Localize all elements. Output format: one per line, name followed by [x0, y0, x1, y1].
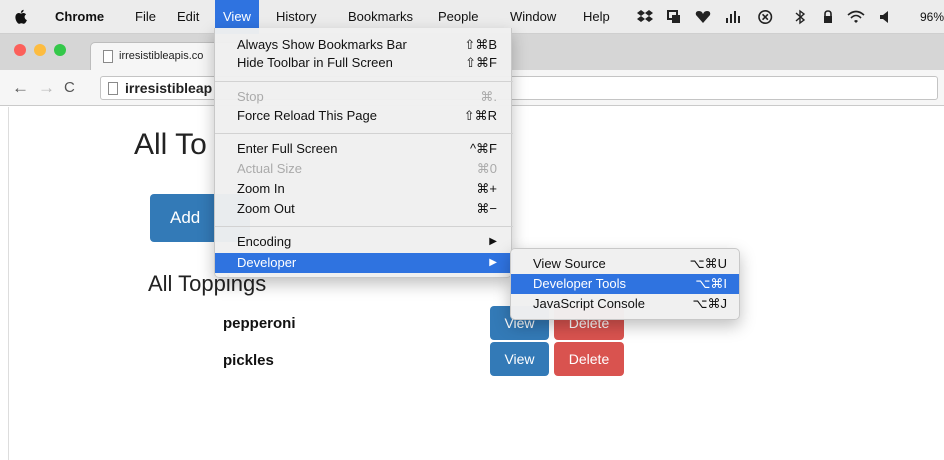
menu-item-shortcut: ⇧⌘F	[465, 55, 497, 70]
page-icon	[103, 50, 113, 63]
dropbox-icon[interactable]	[636, 9, 654, 25]
submenu-arrow-icon: ▶	[489, 236, 497, 247]
menu-item-shortcut: ⌘−	[476, 201, 497, 216]
menu-chrome[interactable]: Chrome	[55, 0, 104, 34]
menu-item-label: Hide Toolbar in Full Screen	[237, 55, 393, 70]
minimize-window-button[interactable]	[34, 44, 46, 56]
menu-item-label: Developer	[237, 255, 297, 270]
lock-icon[interactable]	[822, 9, 834, 25]
time-machine-icon[interactable]	[754, 9, 780, 25]
menu-item-shortcut: ⇧⌘R	[463, 108, 497, 123]
menu-item-zoom-in[interactable]: Zoom In ⌘+	[215, 179, 513, 199]
topping-name: pepperoni	[223, 315, 296, 332]
page-icon	[108, 82, 118, 95]
volume-icon[interactable]	[878, 9, 892, 25]
menu-item-shortcut: ⌥⌘U	[689, 256, 727, 271]
url-text: irresistibleap	[125, 80, 213, 96]
menu-help[interactable]: Help	[583, 0, 610, 34]
menu-item-developer[interactable]: Developer ▶	[215, 253, 513, 273]
tab-title: irresistibleapis.co	[119, 50, 204, 62]
menu-item-zoom-out[interactable]: Zoom Out ⌘−	[215, 199, 513, 219]
view-button[interactable]: View	[490, 342, 549, 376]
menu-item-label: Stop	[237, 89, 264, 104]
menu-edit[interactable]: Edit	[177, 0, 199, 34]
submenu-arrow-icon: ▶	[489, 257, 497, 268]
menu-item-label: Encoding	[237, 234, 292, 249]
menu-item-shortcut: ⌥⌘I	[695, 276, 727, 291]
back-arrow-icon[interactable]: ←	[12, 78, 29, 98]
wifi-icon[interactable]	[846, 9, 866, 25]
menu-item-developer-tools[interactable]: Developer Tools ⌥⌘I	[511, 274, 739, 294]
menu-item-label: View Source	[533, 256, 606, 271]
menu-item-label: Force Reload This Page	[237, 108, 377, 123]
menu-item-label: Actual Size	[237, 161, 303, 176]
menu-item-label: Zoom Out	[237, 201, 295, 216]
reload-icon[interactable]: C	[64, 78, 75, 98]
menu-separator	[215, 133, 513, 134]
menu-item-shortcut: ⌘+	[476, 181, 497, 196]
view-menu-dropdown: Always Show Bookmarks Bar ⇧⌘B Hide Toolb…	[214, 28, 513, 278]
window-manager-icon[interactable]	[666, 9, 682, 25]
topping-name: pickles	[223, 352, 274, 369]
menu-item-encoding[interactable]: Encoding ▶	[215, 232, 513, 252]
menu-item-javascript-console[interactable]: JavaScript Console ⌥⌘J	[511, 294, 739, 314]
menu-item-shortcut: ^⌘F	[469, 141, 497, 156]
menu-item-shortcut: ⌘0	[476, 161, 497, 176]
menu-item-enter-full-screen[interactable]: Enter Full Screen ^⌘F	[215, 139, 513, 159]
menu-item-force-reload[interactable]: Force Reload This Page ⇧⌘R	[215, 106, 513, 126]
bluetooth-icon[interactable]	[794, 9, 806, 25]
page-heading: All To	[134, 128, 207, 161]
menu-item-shortcut: ⌘.	[480, 89, 497, 104]
battery-percentage: 96%	[920, 10, 944, 24]
menu-item-view-source[interactable]: View Source ⌥⌘U	[511, 254, 739, 274]
close-window-button[interactable]	[14, 44, 26, 56]
menu-separator	[215, 226, 513, 227]
zoom-window-button[interactable]	[54, 44, 66, 56]
developer-submenu: View Source ⌥⌘U Developer Tools ⌥⌘I Java…	[510, 248, 740, 320]
delete-button[interactable]: Delete	[554, 342, 624, 376]
menu-file[interactable]: File	[135, 0, 156, 34]
menu-item-actual-size: Actual Size ⌘0	[215, 159, 513, 179]
activity-icon[interactable]	[724, 9, 744, 25]
menu-item-shortcut: ⌥⌘J	[692, 296, 727, 311]
menu-window[interactable]: Window	[510, 0, 556, 34]
apple-logo-icon[interactable]	[14, 9, 27, 24]
menu-item-label: JavaScript Console	[533, 296, 645, 311]
menu-separator	[215, 81, 513, 82]
menu-item-stop: Stop ⌘.	[215, 87, 513, 107]
menu-item-always-show-bookmarks-bar[interactable]: Always Show Bookmarks Bar ⇧⌘B	[215, 35, 513, 55]
heart-shield-icon[interactable]	[694, 9, 712, 25]
screen: All To Add All Toppings pepperoni View D…	[0, 0, 944, 460]
menu-item-label: Always Show Bookmarks Bar	[237, 37, 407, 52]
menu-item-label: Zoom In	[237, 181, 285, 196]
menu-item-label: Developer Tools	[533, 276, 626, 291]
menu-item-shortcut: ⇧⌘B	[464, 37, 497, 52]
forward-arrow-icon[interactable]: →	[38, 78, 55, 98]
menu-item-label: Enter Full Screen	[237, 141, 338, 156]
menu-item-hide-toolbar-in-full-screen[interactable]: Hide Toolbar in Full Screen ⇧⌘F	[215, 53, 513, 73]
